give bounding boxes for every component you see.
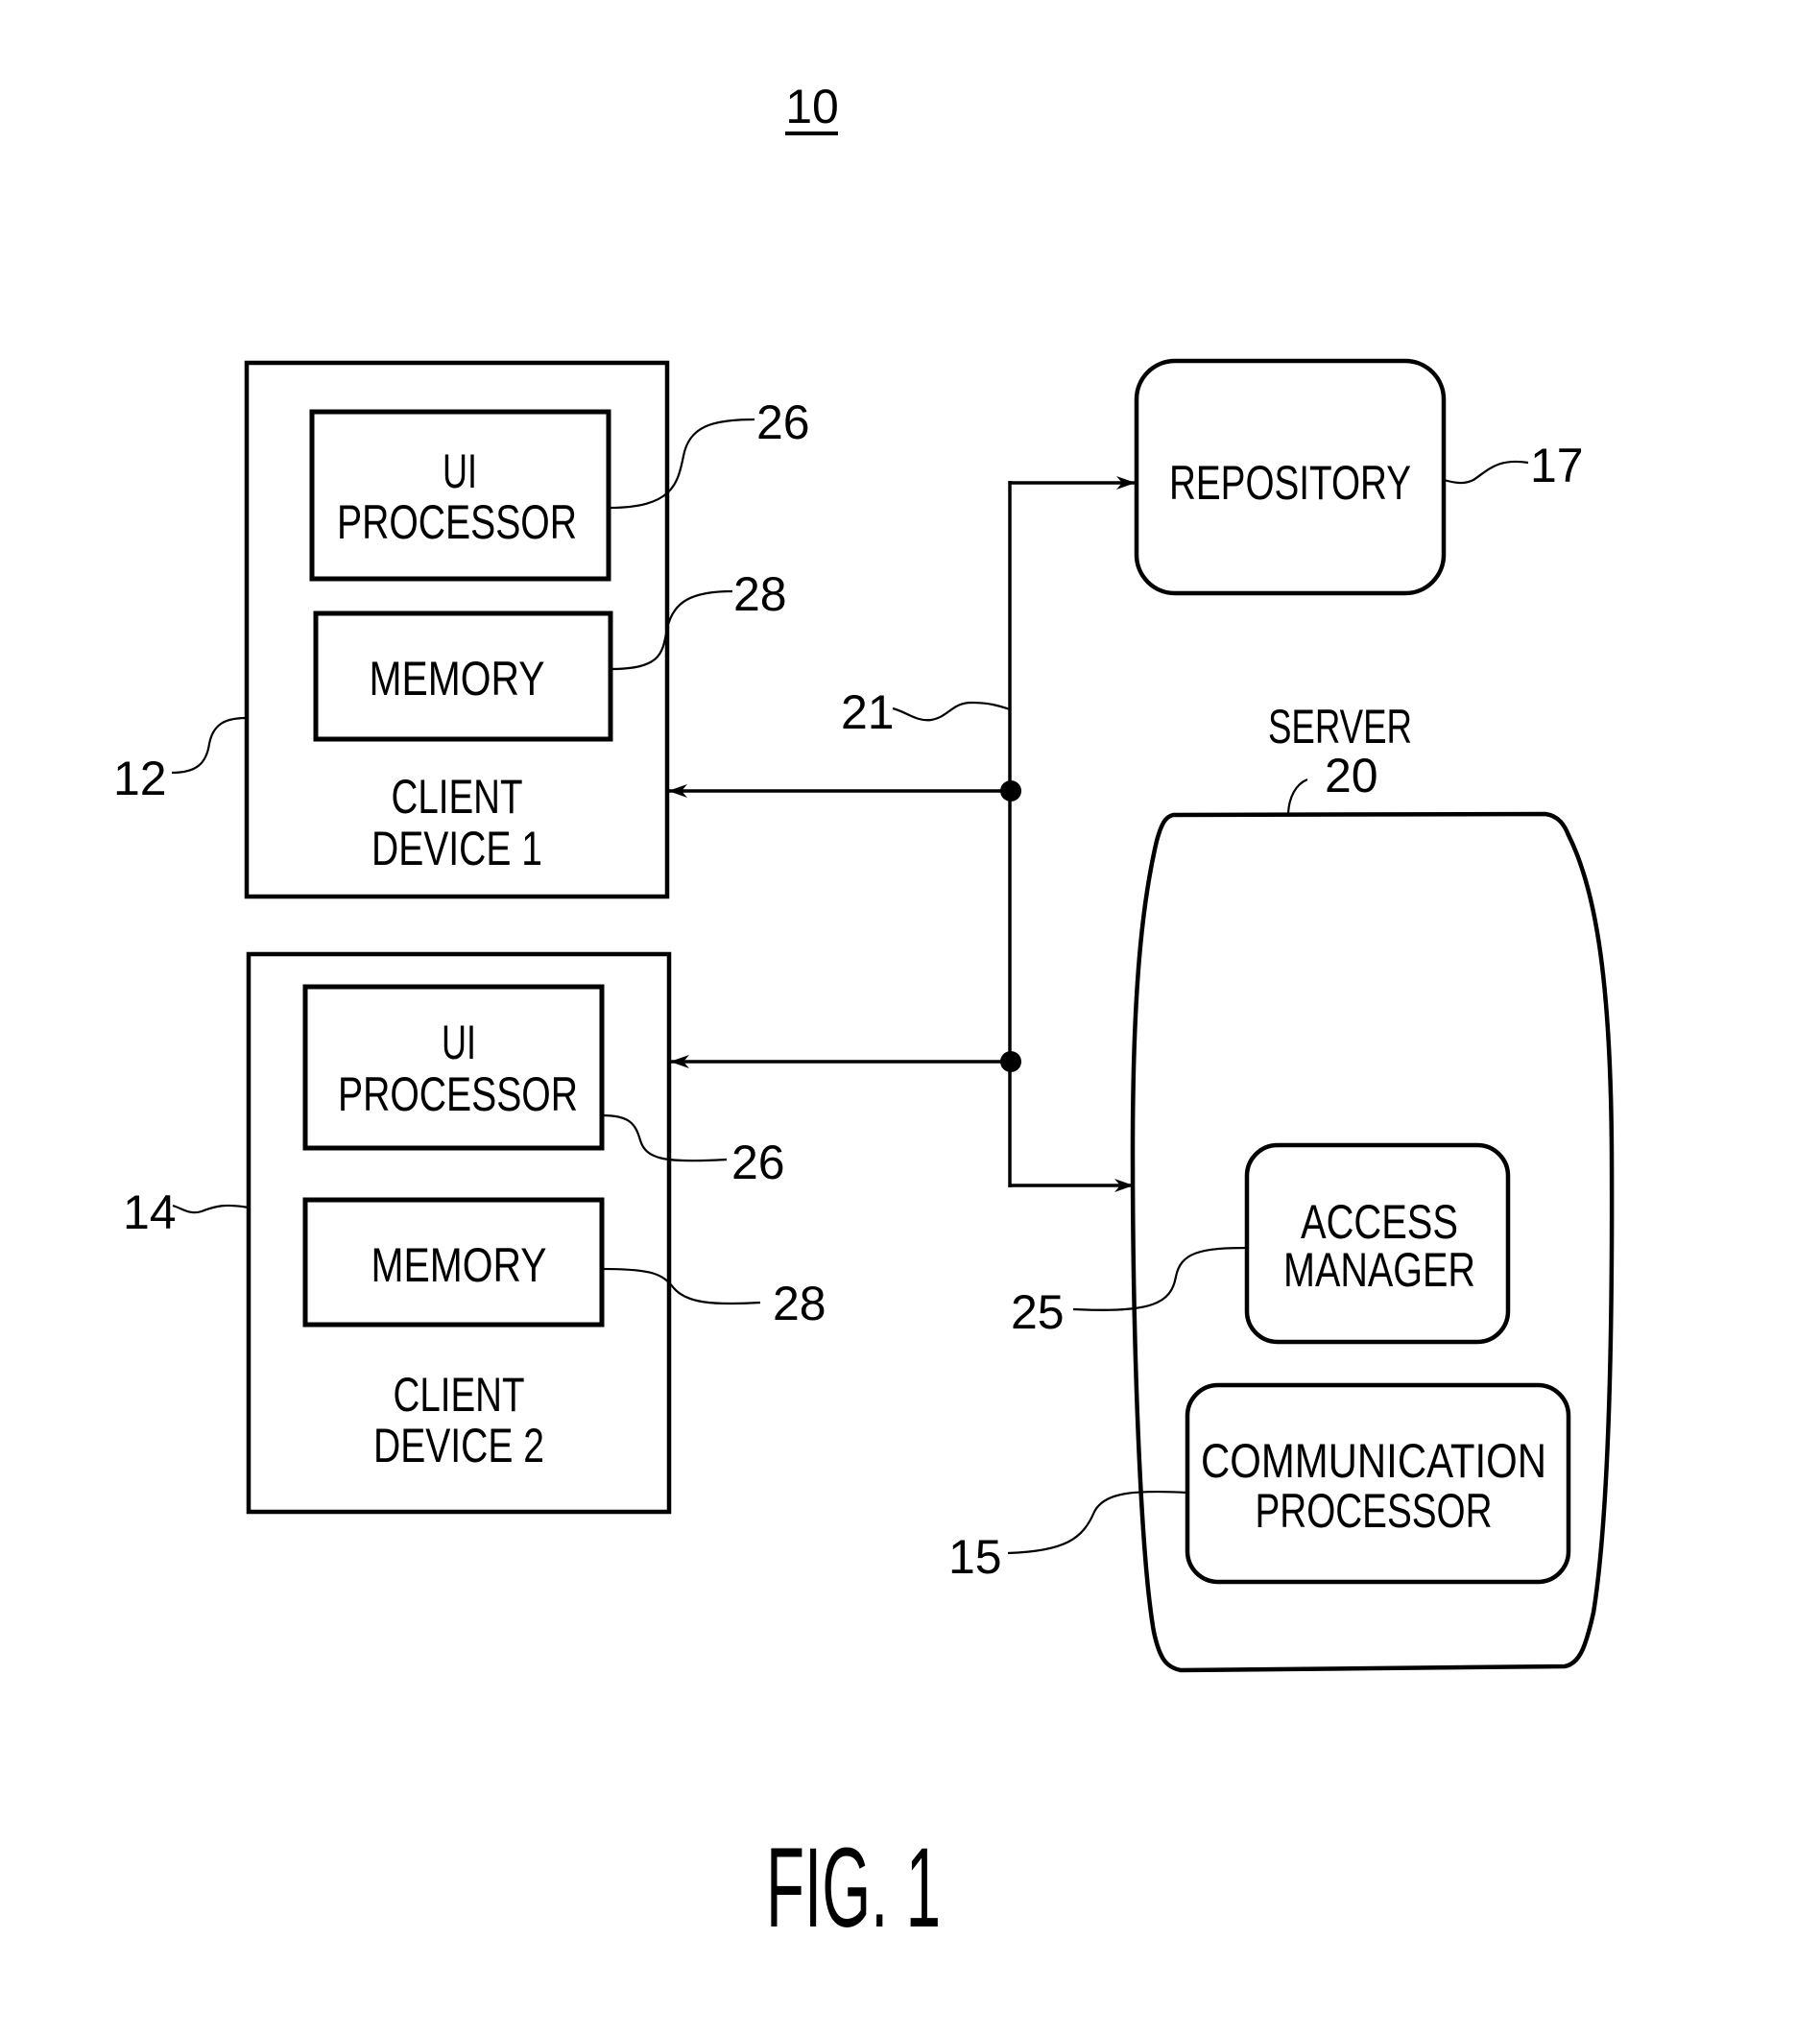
- client-1-ui-processor-label-line1: UI: [443, 444, 477, 498]
- server-label: SERVER: [1268, 700, 1412, 754]
- network-leader: [892, 701, 1011, 722]
- access-manager-label-line1: ACCESS: [1301, 1195, 1458, 1249]
- network-ref: 21: [841, 685, 895, 739]
- system-diagram: 10 UI PROCESSOR MEMORY CLIENT DEVICE 1 2…: [113, 80, 1615, 1951]
- communication-processor-label-line1: COMMUNICATION: [1201, 1434, 1546, 1488]
- client-device-1[interactable]: UI PROCESSOR MEMORY CLIENT DEVICE 1: [244, 360, 670, 899]
- repository-label: REPOSITORY: [1169, 456, 1411, 510]
- client-2-ui-processor-ref: 26: [731, 1136, 785, 1189]
- client-2-ui-processor-label-line1: UI: [442, 1016, 476, 1069]
- server[interactable]: ACCESS MANAGER COMMUNICATION PROCESSOR: [1130, 811, 1615, 1673]
- bus-junction-dot-1: [1000, 780, 1021, 802]
- access-manager-label-line2: MANAGER: [1283, 1243, 1475, 1297]
- client-2-memory-ref: 28: [773, 1277, 826, 1330]
- figure-ref-number: 10: [785, 80, 839, 133]
- client-device-1-title-line1: CLIENT: [392, 770, 523, 824]
- figure-reference: 10: [785, 80, 839, 135]
- client-device-2[interactable]: UI PROCESSOR MEMORY CLIENT DEVICE 2: [246, 951, 672, 1515]
- communication-processor[interactable]: COMMUNICATION PROCESSOR: [1185, 1382, 1571, 1585]
- client-2-memory[interactable]: MEMORY: [302, 1197, 605, 1328]
- bus-junction-dot-2: [1000, 1051, 1021, 1072]
- client-2-ui-processor-label-line2: PROCESSOR: [338, 1067, 578, 1121]
- client-1-memory-label: MEMORY: [370, 652, 545, 706]
- communication-processor-ref: 15: [948, 1530, 1002, 1584]
- access-manager-ref: 25: [1011, 1285, 1065, 1339]
- client-device-1-ref: 12: [113, 752, 167, 805]
- repository[interactable]: REPOSITORY: [1134, 358, 1447, 596]
- server-ref: 20: [1325, 749, 1378, 802]
- client-device-2-ref: 14: [123, 1185, 177, 1239]
- client-device-1-leader: [171, 716, 248, 775]
- client-device-2-title-line1: CLIENT: [394, 1368, 525, 1422]
- client-2-ui-processor[interactable]: UI PROCESSOR: [302, 984, 605, 1151]
- client-1-memory[interactable]: MEMORY: [313, 610, 613, 742]
- figure-caption: FIG. 1: [766, 1825, 941, 1951]
- client-1-memory-ref: 28: [733, 567, 787, 621]
- client-device-1-title-line2: DEVICE 1: [371, 822, 542, 875]
- client-2-memory-label: MEMORY: [371, 1238, 547, 1292]
- server-leader: [1286, 778, 1308, 814]
- repository-leader: [1443, 460, 1529, 485]
- client-device-2-title-line2: DEVICE 2: [373, 1419, 544, 1472]
- client-1-ui-processor-ref: 26: [756, 395, 810, 449]
- client-1-ui-processor[interactable]: UI PROCESSOR: [309, 409, 611, 582]
- client-1-ui-processor-label-line2: PROCESSOR: [337, 495, 577, 549]
- access-manager[interactable]: ACCESS MANAGER: [1244, 1142, 1511, 1345]
- repository-ref: 17: [1530, 439, 1584, 492]
- client-device-2-leader: [172, 1204, 250, 1214]
- communication-processor-label-line2: PROCESSOR: [1256, 1484, 1493, 1538]
